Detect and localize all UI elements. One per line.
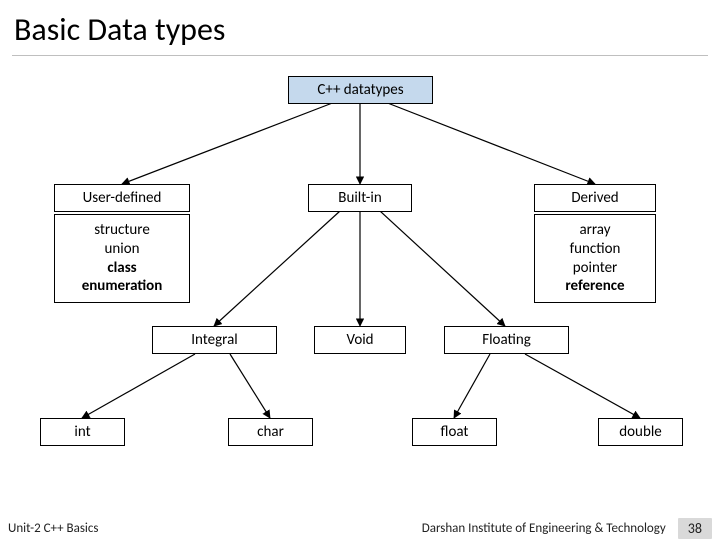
derived-item: array (549, 221, 641, 240)
user-defined-item: enumeration (69, 277, 175, 296)
slide-footer: Unit-2 C++ Basics Darshan Institute of E… (0, 518, 720, 540)
derived-item: function (549, 240, 641, 259)
node-root: C++ datatypes (288, 76, 433, 104)
node-void: Void (314, 326, 406, 354)
node-built-in-header: Built-in (308, 184, 412, 212)
node-double: double (598, 418, 683, 446)
user-defined-item: union (69, 240, 175, 259)
node-float: float (412, 418, 497, 446)
node-floating: Floating (444, 326, 569, 354)
footer-left: Unit-2 C++ Basics (8, 521, 98, 536)
node-int: int (40, 418, 125, 446)
user-defined-item: structure (69, 221, 175, 240)
node-user-defined-items: structure union class enumeration (54, 214, 190, 303)
node-user-defined-header: User-defined (54, 184, 190, 212)
slide-title: Basic Data types (0, 0, 720, 55)
footer-page-number: 38 (678, 518, 712, 539)
diagram-canvas: C++ datatypes User-defined Built-in Deri… (0, 56, 720, 504)
derived-item: reference (549, 277, 641, 296)
derived-item: pointer (549, 259, 641, 278)
user-defined-item: class (69, 259, 175, 278)
node-derived-header: Derived (534, 184, 656, 212)
footer-right: Darshan Institute of Engineering & Techn… (422, 521, 666, 536)
node-char: char (228, 418, 313, 446)
node-derived-items: array function pointer reference (534, 214, 656, 303)
node-integral: Integral (152, 326, 277, 354)
